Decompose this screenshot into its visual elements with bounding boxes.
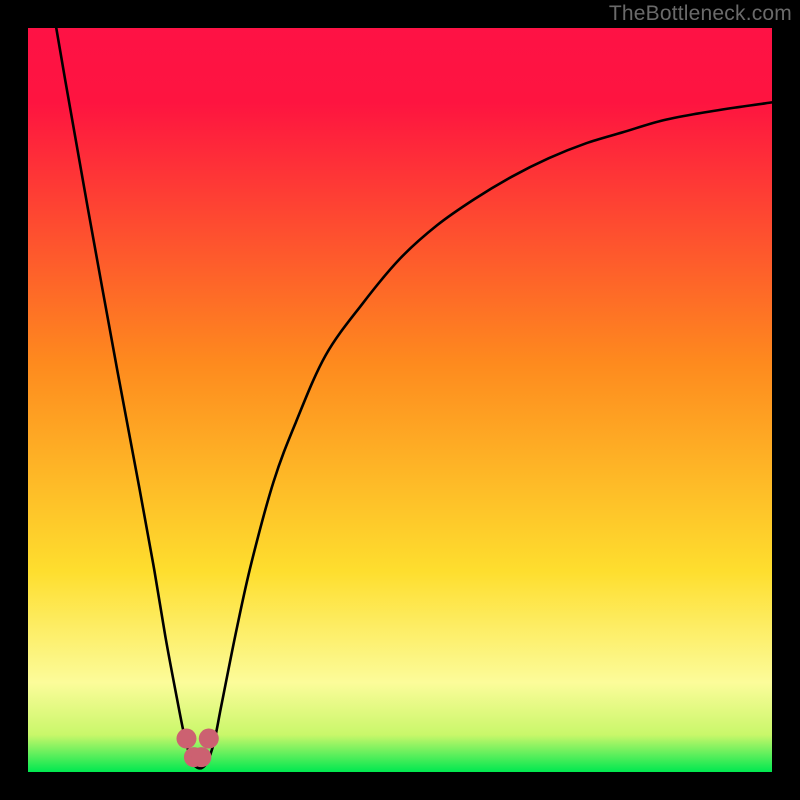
highlight-dot [176,729,196,749]
highlight-dot [191,747,211,767]
gradient-background [28,28,772,772]
chart-frame: TheBottleneck.com [0,0,800,800]
watermark-text: TheBottleneck.com [609,2,792,26]
bottleneck-chart [0,0,800,800]
highlight-dot [199,729,219,749]
